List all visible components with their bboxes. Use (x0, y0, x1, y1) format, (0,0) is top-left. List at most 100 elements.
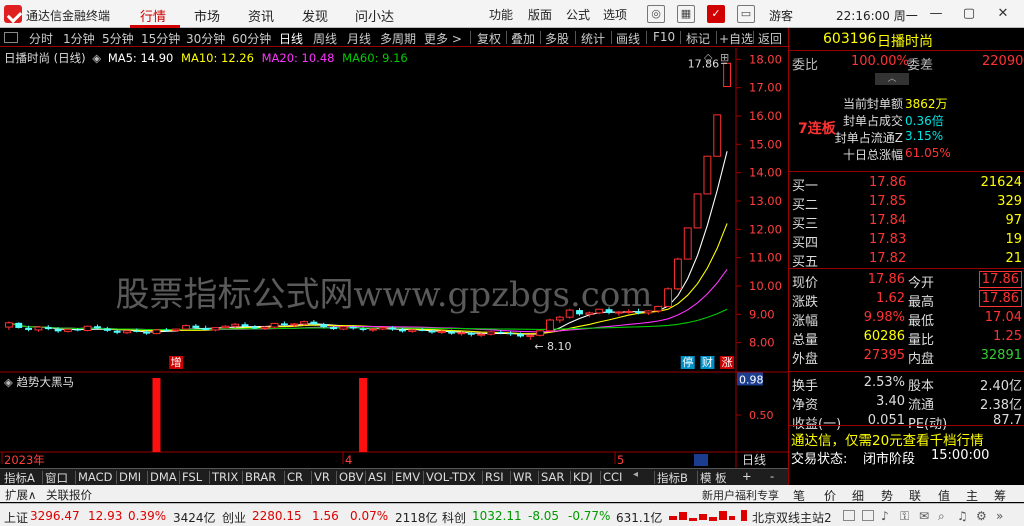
menu-hangqing[interactable]: 行情 (140, 6, 166, 25)
chat-icon[interactable]: ▭ (737, 5, 755, 23)
panel-toggle-icon[interactable] (4, 32, 18, 43)
period-5min[interactable]: 5分钟 (102, 30, 134, 47)
detail-tab[interactable]: 笔 (793, 487, 805, 504)
detail-tab[interactable]: 联 (909, 487, 921, 504)
indicator-tab[interactable]: KDJ (573, 470, 593, 484)
kc-index-label[interactable]: 科创 (442, 509, 466, 526)
lock-icon[interactable]: ⚿ (900, 509, 909, 524)
detail-tab[interactable]: 值 (938, 487, 950, 504)
action-tongji[interactable]: 统计 (581, 30, 605, 47)
detail-tab[interactable]: 势 (881, 487, 893, 504)
indicator-tab[interactable]: 指标A (4, 470, 35, 486)
indicator-tab[interactable]: TRIX (212, 470, 238, 484)
cy-index-label[interactable]: 创业 (222, 509, 246, 526)
indicator-tab[interactable]: 窗口 (45, 470, 68, 486)
event-marker[interactable]: 涨 (720, 356, 735, 369)
monitor-icon[interactable] (843, 510, 855, 521)
promo-text[interactable]: 通达信，仅需20元查看千档行情 (791, 429, 984, 449)
grid-icon[interactable]: ▦ (677, 5, 695, 23)
indicator-tab[interactable]: RSI (485, 470, 504, 484)
indicator-gear-icon[interactable]: ◈ (4, 375, 13, 389)
kline-chart-svg[interactable]: 股票指标公式网www.gpzbgs.com 18.00 17.00 16.00 15.… (0, 48, 788, 468)
search-icon[interactable]: ⌕ (938, 509, 945, 524)
indicator-tab[interactable]: DMI (119, 470, 141, 484)
expand-tab[interactable]: 扩展∧ (5, 487, 36, 503)
indicator-tab[interactable]: BRAR (245, 470, 276, 484)
sound-icon[interactable]: ♪ (881, 509, 889, 523)
event-marker[interactable]: 增 (169, 355, 184, 369)
action-duogu[interactable]: 多股 (545, 30, 569, 47)
event-marker[interactable]: 财 (700, 355, 715, 369)
detail-tab[interactable]: 主 (966, 487, 978, 504)
indicator-tab[interactable]: 模 板 (700, 470, 727, 486)
action-huaxian[interactable]: 画线 (616, 30, 640, 47)
indicator-tab[interactable]: MACD (78, 470, 112, 484)
detail-tab[interactable]: 筹 (994, 487, 1006, 504)
menu-xuanxiang[interactable]: 选项 (603, 6, 627, 23)
period-daily[interactable]: 日线 (279, 30, 303, 47)
bell-icon[interactable]: ♫ (957, 509, 968, 523)
indicator-tab[interactable]: ASI (368, 470, 387, 484)
settings-icon[interactable]: ⚙ (976, 509, 987, 523)
collapse-toggle-icon[interactable]: ︿ (875, 73, 909, 85)
menu-shichang[interactable]: 市场 (194, 6, 220, 25)
related-quote-tab[interactable]: 关联报价 (46, 487, 92, 503)
orderbook-row[interactable]: 买四 17.83 19 (789, 231, 1024, 251)
menu-wenxiaoda[interactable]: 问小达 (355, 6, 394, 25)
menu-zixun[interactable]: 资讯 (248, 6, 274, 25)
indicator-tab[interactable]: CCI (603, 470, 622, 484)
diamond-icon[interactable]: ◇ (704, 51, 712, 64)
tab-scroll-left-icon[interactable]: ◂ (633, 469, 643, 484)
action-fuquan[interactable]: 复权 (477, 30, 501, 47)
logo-badge-icon[interactable]: ✓ (707, 5, 725, 23)
gear-icon[interactable]: ◈ (92, 51, 101, 65)
kline-chart-area[interactable]: 股票指标公式网www.gpzbgs.com 18.00 17.00 16.00 15.… (0, 48, 788, 468)
expand-icon[interactable]: ⊞ (720, 51, 729, 64)
period-60min[interactable]: 60分钟 (232, 30, 271, 47)
indicator-tab[interactable]: FSL (182, 470, 202, 484)
action-biaoji[interactable]: 标记 (686, 30, 710, 47)
menu-faxian[interactable]: 发现 (302, 6, 328, 25)
indicator-tab[interactable]: VR (314, 470, 330, 484)
compass-icon[interactable]: ◎ (647, 5, 665, 23)
indicator-tab[interactable]: DMA (150, 470, 177, 484)
detail-tab[interactable]: 价 (824, 487, 836, 504)
menu-gongneng[interactable]: 功能 (489, 6, 513, 23)
window-icon[interactable] (862, 510, 874, 521)
indicator-tab[interactable]: EMV (395, 470, 420, 484)
indicator-tab[interactable]: 指标B (657, 470, 688, 486)
period-fenshi[interactable]: 分时 (29, 30, 53, 47)
server-name[interactable]: 北京双线主站2 (752, 509, 832, 526)
action-diejia[interactable]: 叠加 (511, 30, 535, 47)
maximize-icon[interactable]: ▢ (958, 4, 980, 24)
plus-button[interactable]: + (742, 469, 752, 483)
indicator-tab[interactable]: VOL-TDX (426, 470, 476, 484)
action-f10[interactable]: F10 (653, 30, 675, 44)
period-multi[interactable]: 多周期 (380, 30, 416, 47)
indicator-tab[interactable]: WR (513, 470, 532, 484)
action-back[interactable]: 返回 (758, 30, 782, 47)
close-icon[interactable]: ✕ (992, 4, 1014, 24)
action-add-watchlist[interactable]: +自选 (719, 30, 753, 47)
detail-tab[interactable]: 细 (852, 487, 864, 504)
period-more[interactable]: 更多 > (424, 30, 462, 47)
chat-bubble-icon[interactable]: ✉ (919, 509, 929, 523)
orderbook-row[interactable]: 买一 17.86 21624 (789, 174, 1024, 194)
indicator-tab[interactable]: SAR (541, 470, 564, 484)
orderbook-row[interactable]: 买五 17.82 21 (789, 250, 1024, 270)
minus-button[interactable]: - (770, 469, 774, 483)
period-weekly[interactable]: 周线 (313, 30, 337, 47)
period-30min[interactable]: 30分钟 (186, 30, 225, 47)
minimize-icon[interactable]: — (925, 4, 947, 24)
expand-statusbar-icon[interactable]: » (996, 509, 1003, 523)
daily-side-button[interactable]: 日线 (742, 451, 766, 468)
detail-tab[interactable]: 新用户福利专享 (702, 487, 779, 503)
orderbook-row[interactable]: 买二 17.85 329 (789, 193, 1024, 213)
event-marker[interactable]: 停 (680, 355, 695, 369)
menu-gongshi[interactable]: 公式 (566, 6, 590, 23)
guest-user[interactable]: 游客 (769, 7, 793, 24)
indicator-tab[interactable]: OBV (339, 470, 363, 484)
period-monthly[interactable]: 月线 (347, 30, 371, 47)
menu-banmian[interactable]: 版面 (528, 6, 552, 23)
period-15min[interactable]: 15分钟 (141, 30, 180, 47)
